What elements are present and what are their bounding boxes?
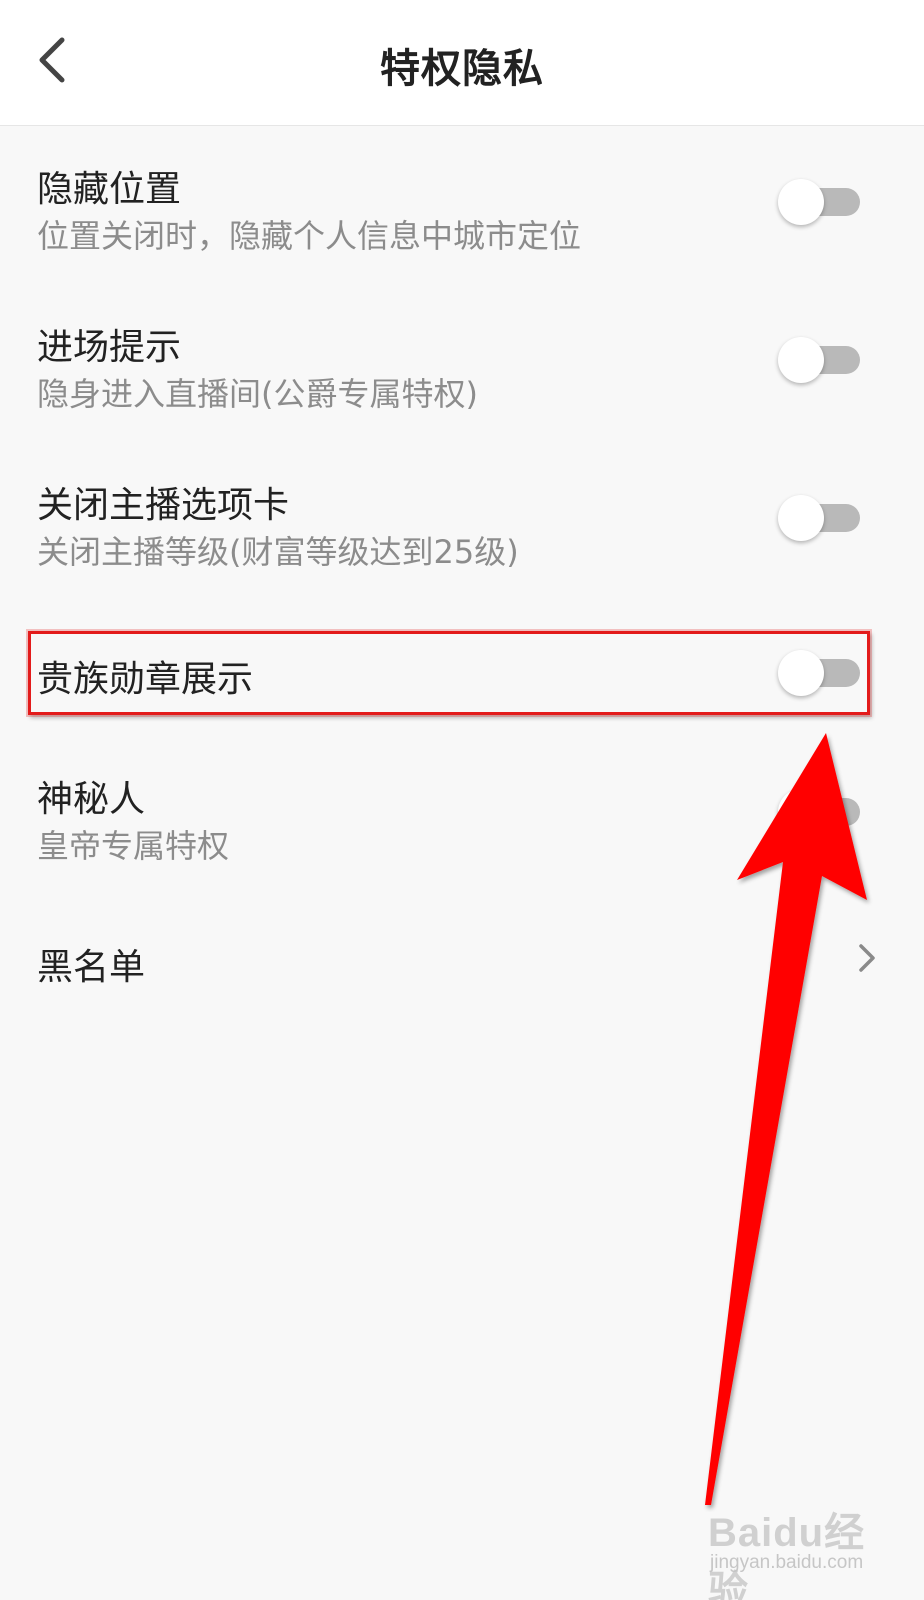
setting-row-close-anchor-tab: 关闭主播选项卡 关闭主播等级(财富等级达到25级) (0, 441, 924, 601)
blacklist-label: 黑名单 (37, 947, 146, 988)
close-anchor-tab-toggle[interactable] (778, 495, 860, 541)
setting-title: 隐藏位置 (37, 169, 182, 210)
toggle-knob (778, 495, 824, 541)
watermark-site: jingyan.baidu.com (710, 1552, 864, 1573)
hide-location-toggle[interactable] (778, 179, 860, 225)
setting-subtitle: 关闭主播等级(财富等级达到25级) (37, 533, 519, 571)
toggle-knob (778, 337, 824, 383)
page-title: 特权隐私 (380, 46, 544, 92)
setting-row-mystery-person: 神秘人 皇帝专属特权 (0, 735, 924, 895)
setting-title: 关闭主播选项卡 (37, 485, 290, 526)
setting-title: 神秘人 (37, 779, 146, 820)
chevron-right-icon[interactable] (852, 940, 882, 976)
setting-row-entry-notice: 进场提示 隐身进入直播间(公爵专属特权) (0, 283, 924, 441)
entry-notice-toggle[interactable] (778, 337, 860, 383)
baidu-jingyan-watermark: Baidu经验 jingyan.baidu.com (708, 1500, 888, 1600)
toggle-knob (778, 179, 824, 225)
setting-subtitle: 位置关闭时，隐藏个人信息中城市定位 (37, 217, 582, 255)
setting-row-hide-location: 隐藏位置 位置关闭时，隐藏个人信息中城市定位 (0, 125, 924, 283)
nav-bar: 特权隐私 (0, 0, 924, 126)
privilege-privacy-screen: 特权隐私 隐藏位置 位置关闭时，隐藏个人信息中城市定位 进场提示 隐身进入直播间… (0, 0, 924, 1600)
highlight-box (28, 631, 870, 715)
watermark-brand: Baidu经验 (708, 1511, 866, 1600)
setting-row-blacklist[interactable]: 黑名单 (0, 905, 924, 1015)
setting-subtitle: 皇帝专属特权 (37, 827, 230, 865)
setting-subtitle: 隐身进入直播间(公爵专属特权) (37, 375, 478, 413)
toggle-knob (778, 789, 824, 835)
setting-title: 进场提示 (37, 327, 182, 368)
mystery-person-toggle[interactable] (778, 789, 860, 835)
